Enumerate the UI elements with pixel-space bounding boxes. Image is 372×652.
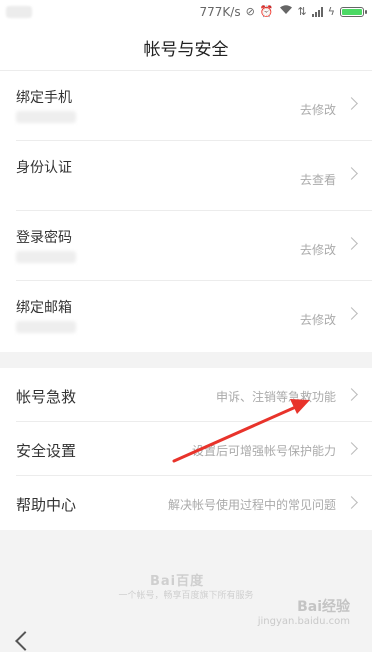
row-label: 安全设置 [16, 442, 77, 460]
blurred-value [16, 321, 76, 333]
wifi-icon [279, 4, 293, 20]
row-action: 去修改 [299, 243, 336, 257]
row-label: 登录密码 [16, 230, 72, 246]
row-label: 帐号急救 [16, 388, 77, 406]
row-label: 身份认证 [16, 160, 72, 176]
header: 帐号与安全 [0, 24, 372, 71]
chevron-right-icon [345, 237, 358, 250]
chevron-right-icon [345, 442, 358, 455]
signal-icon [311, 7, 323, 17]
blurred-value [16, 251, 76, 263]
charging-icon: ϟ [327, 5, 335, 18]
wifi-arrows-icon: ⇅ [297, 5, 307, 18]
row-action: 设置后可增强帐号保护能力 [191, 444, 336, 458]
settings-section: 帐号急救 申诉、注销等急救功能 安全设置 设置后可增强帐号保护能力 帮助中心 解… [0, 368, 372, 530]
chevron-right-icon [345, 97, 358, 110]
row-identity-verification[interactable]: 身份认证 去查看 [16, 141, 372, 211]
footer: Bai百度 一个帐号，畅享百度旗下所有服务 Bai经验 jingyan.baid… [0, 530, 372, 652]
status-blurred-area [6, 6, 32, 18]
chevron-right-icon [345, 388, 358, 401]
row-security-settings[interactable]: 安全设置 设置后可增强帐号保护能力 [16, 422, 372, 476]
watermark-logo: Bai经验 [297, 599, 350, 615]
back-arrow-icon[interactable] [15, 631, 35, 651]
row-label: 绑定邮箱 [16, 300, 72, 316]
sync-off-icon: ⊘ [245, 5, 255, 18]
row-action: 解决帐号使用过程中的常见问题 [167, 498, 336, 512]
row-action: 去查看 [299, 173, 336, 187]
battery-icon [340, 7, 367, 17]
row-action: 去修改 [299, 313, 336, 327]
page-title: 帐号与安全 [143, 39, 229, 60]
chevron-right-icon [345, 307, 358, 320]
row-help-center[interactable]: 帮助中心 解决帐号使用过程中的常见问题 [16, 476, 372, 530]
account-section: 绑定手机 去修改 身份认证 去查看 登录密码 去修改 绑定邮箱 去修改 [0, 71, 372, 351]
chevron-right-icon [345, 496, 358, 509]
row-action: 申诉、注销等急救功能 [215, 390, 336, 404]
row-account-rescue[interactable]: 帐号急救 申诉、注销等急救功能 [16, 368, 372, 422]
chevron-right-icon [345, 167, 358, 180]
row-label: 绑定手机 [16, 90, 72, 106]
baidu-logo: Bai百度 [150, 574, 205, 589]
watermark: Bai经验 jingyan.baidu.com [258, 596, 350, 627]
alarm-icon: ⏰ [259, 5, 274, 18]
status-icons: 777K/s ⊘ ⏰ ⇅ ϟ [199, 4, 367, 20]
row-login-password[interactable]: 登录密码 去修改 [16, 211, 372, 281]
section-divider [0, 352, 372, 368]
row-label: 帮助中心 [16, 496, 77, 514]
row-bind-phone[interactable]: 绑定手机 去修改 [16, 71, 372, 141]
watermark-url: jingyan.baidu.com [257, 616, 350, 627]
row-bind-email[interactable]: 绑定邮箱 去修改 [16, 281, 372, 351]
network-speed: 777K/s [199, 5, 241, 19]
row-action: 去修改 [299, 103, 336, 117]
status-bar: 777K/s ⊘ ⏰ ⇅ ϟ [0, 0, 372, 24]
blurred-value [16, 111, 76, 123]
